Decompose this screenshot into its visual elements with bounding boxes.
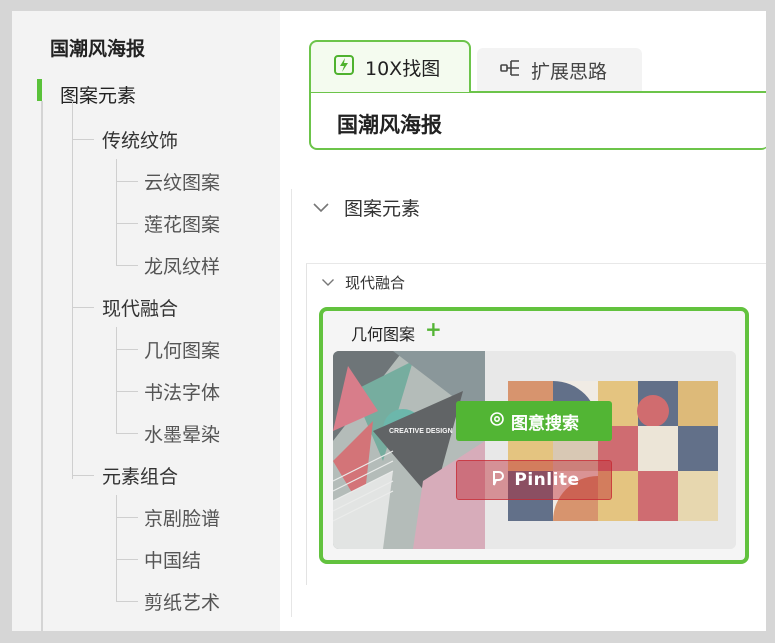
subsection-title: 现代融合 bbox=[345, 274, 406, 292]
sidebar-item-lotus[interactable]: 莲花图案 bbox=[144, 210, 220, 237]
sidebar-item-calligraphy[interactable]: 书法字体 bbox=[144, 378, 220, 405]
tree-branch bbox=[116, 517, 138, 518]
hover-overlay bbox=[333, 351, 736, 549]
poster-preview-image[interactable]: CREATIVE DESIGN 图意搜索 Pinlite bbox=[333, 351, 736, 549]
tree-branch bbox=[116, 559, 138, 560]
sidebar-item-knot[interactable]: 中国结 bbox=[144, 546, 201, 573]
tab-10x-search[interactable]: 10X找图 bbox=[309, 40, 471, 92]
section-header-pattern-elements[interactable]: 图案元素 bbox=[312, 194, 420, 221]
tree-branch bbox=[72, 139, 94, 140]
section-header-modern[interactable]: 现代融合 bbox=[321, 272, 405, 293]
image-search-button[interactable]: 图意搜索 bbox=[456, 401, 612, 441]
sidebar-item-cloud[interactable]: 云纹图案 bbox=[144, 168, 220, 195]
target-icon bbox=[489, 411, 505, 432]
tree-branch bbox=[72, 475, 94, 476]
tree-branch bbox=[72, 307, 94, 308]
sidebar-item-geometric[interactable]: 几何图案 bbox=[144, 336, 220, 363]
sidebar-item-dragon[interactable]: 龙凤纹样 bbox=[144, 252, 220, 279]
main-panel: 10X找图 扩展思路 国潮风海报 图案元素 现代融合 几何图案 + CREATI… bbox=[280, 11, 766, 631]
pinlite-button[interactable]: Pinlite bbox=[456, 460, 612, 500]
result-card[interactable]: 几何图案 + CREATIVE DESIGN 图意搜索 Pinlite bbox=[319, 307, 749, 564]
pinlite-logo-icon bbox=[488, 469, 506, 492]
sidebar-item-opera-mask[interactable]: 京剧脸谱 bbox=[144, 504, 220, 531]
sidebar-item-papercut[interactable]: 剪纸艺术 bbox=[144, 588, 220, 615]
mindmap-icon bbox=[499, 57, 521, 84]
tree-branch bbox=[116, 433, 138, 434]
chevron-down-icon bbox=[321, 274, 335, 292]
tab-expand-ideas[interactable]: 扩展思路 bbox=[477, 48, 642, 92]
sidebar-group-combination[interactable]: 元素组合 bbox=[102, 462, 178, 489]
active-indicator bbox=[37, 79, 42, 101]
tree-branch bbox=[116, 265, 138, 266]
sidebar-group-traditional[interactable]: 传统纹饰 bbox=[102, 126, 178, 153]
app-window: 国潮风海报 图案元素 传统纹饰 云纹图案 莲花图案 龙凤纹样 现代融合 几何图案… bbox=[12, 11, 766, 631]
tree-branch bbox=[116, 391, 138, 392]
sidebar-title[interactable]: 国潮风海报 bbox=[50, 34, 145, 61]
tab-label: 扩展思路 bbox=[531, 60, 608, 83]
sidebar: 国潮风海报 图案元素 传统纹饰 云纹图案 莲花图案 龙凤纹样 现代融合 几何图案… bbox=[12, 11, 280, 631]
search-query: 国潮风海报 bbox=[337, 113, 442, 137]
section-title: 图案元素 bbox=[344, 198, 421, 220]
divider bbox=[291, 189, 292, 617]
tree-branch bbox=[116, 223, 138, 224]
button-label: Pinlite bbox=[514, 470, 580, 490]
tree-line bbox=[41, 101, 43, 631]
tree-branch bbox=[116, 181, 138, 182]
tree-branch bbox=[116, 349, 138, 350]
search-input[interactable]: 国潮风海报 bbox=[309, 91, 766, 150]
sidebar-group-modern[interactable]: 现代融合 bbox=[102, 294, 178, 321]
sidebar-item-ink[interactable]: 水墨晕染 bbox=[144, 420, 220, 447]
tree-line bbox=[72, 101, 73, 479]
tree-branch bbox=[116, 601, 138, 602]
lightning-icon bbox=[333, 54, 355, 81]
card-title: 几何图案 bbox=[351, 325, 416, 344]
tab-label: 10X找图 bbox=[365, 57, 441, 80]
tree-line bbox=[116, 495, 117, 601]
tree-line bbox=[116, 159, 117, 265]
tree-line bbox=[116, 327, 117, 433]
button-label: 图意搜索 bbox=[511, 413, 579, 434]
subsection-panel: 现代融合 几何图案 + CREATIVE DESIGN 图意搜索 Pinlite bbox=[306, 263, 766, 585]
chevron-down-icon bbox=[312, 197, 330, 219]
plus-icon[interactable]: + bbox=[425, 317, 442, 341]
